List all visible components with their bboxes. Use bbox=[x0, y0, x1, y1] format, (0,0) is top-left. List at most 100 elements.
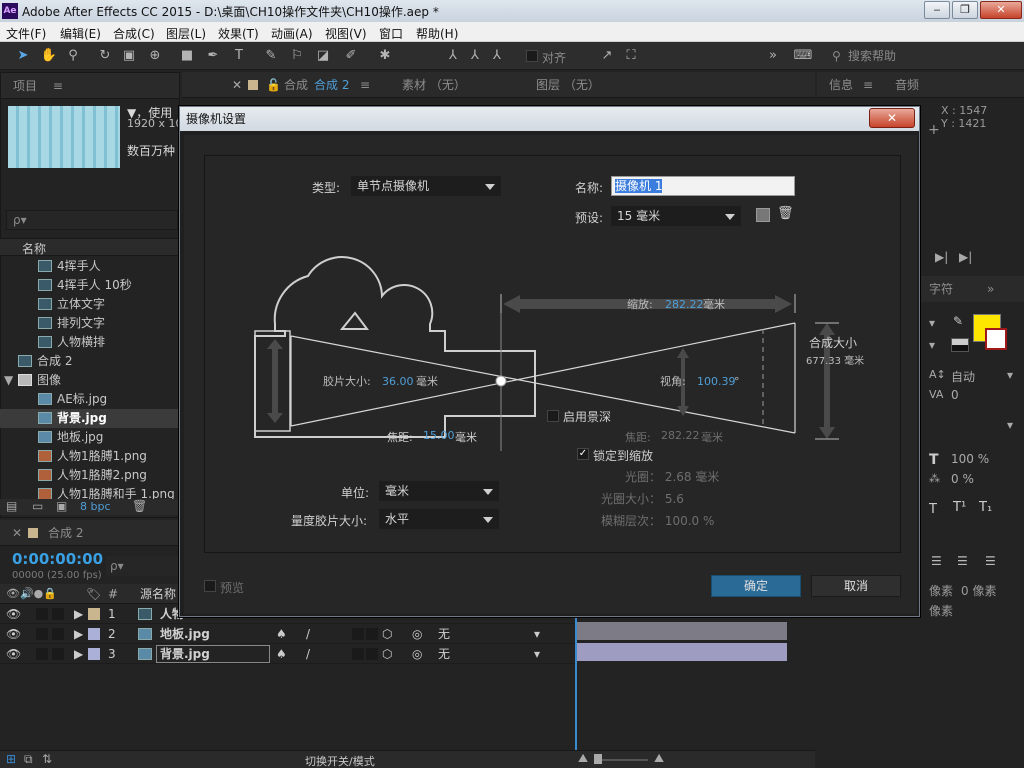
search-help-input[interactable]: ⚲ 搜索帮助 bbox=[832, 46, 1018, 66]
menu-window[interactable]: 窗口 bbox=[379, 25, 403, 42]
expand-panel-icon[interactable]: » bbox=[987, 276, 994, 302]
zoom-out-icon[interactable]: ⛰ bbox=[578, 751, 588, 766]
lock-to-zoom-checkbox[interactable]: ✓ bbox=[577, 448, 589, 460]
list-item[interactable]: 4挥手人 10秒 bbox=[0, 276, 180, 295]
snapping-checkbox[interactable] bbox=[526, 50, 538, 62]
current-time-display[interactable]: 0:00:00:00 bbox=[12, 550, 103, 568]
tab-composition[interactable]: 合成 bbox=[284, 72, 308, 98]
menu-file[interactable]: 文件(F) bbox=[6, 25, 46, 42]
menu-help[interactable]: 帮助(H) bbox=[416, 25, 458, 42]
effects-switch[interactable] bbox=[352, 628, 364, 640]
lock-icon[interactable]: 🔓 bbox=[266, 72, 281, 98]
vertical-scale-value[interactable]: 100 % bbox=[951, 452, 989, 466]
expand-layer-icon[interactable]: ▶ bbox=[74, 604, 83, 624]
menu-layer[interactable]: 图层(L) bbox=[166, 25, 206, 42]
parent-pickwhip-icon[interactable]: ◎ bbox=[412, 624, 422, 644]
caret-down-icon[interactable]: ▾ bbox=[1007, 418, 1013, 432]
align-center-icon[interactable]: ☰ bbox=[931, 554, 942, 568]
table-row[interactable]: 👁 ▶ 2 地板.jpg ♠ / ⬡ ◎ 无 ▾ bbox=[0, 624, 575, 644]
axis-world-icon[interactable]: ⅄ bbox=[466, 47, 484, 65]
caret-down-icon[interactable]: ▾ bbox=[1007, 368, 1013, 382]
shy-switch-icon[interactable]: ♠ bbox=[276, 624, 287, 644]
pen-tool-icon[interactable]: ✒ bbox=[204, 47, 222, 65]
zoom-tool-icon[interactable]: ⚲ bbox=[64, 47, 82, 65]
focal-length-value[interactable]: 15.00 bbox=[423, 429, 455, 442]
enable-dof-checkbox[interactable] bbox=[547, 410, 559, 422]
layer-2-duration-bar[interactable] bbox=[577, 622, 787, 640]
workspace-icon[interactable]: ⌨ bbox=[792, 47, 814, 65]
layer-color-label[interactable] bbox=[88, 628, 100, 640]
tracking-value[interactable]: 0 bbox=[951, 388, 959, 402]
3d-layer-icon[interactable]: ⬡ bbox=[382, 644, 392, 664]
menu-effect[interactable]: 效果(T) bbox=[218, 25, 259, 42]
solo-toggle[interactable] bbox=[36, 628, 48, 640]
axis-view-icon[interactable]: ⅄ bbox=[488, 47, 506, 65]
panel-menu-icon[interactable]: ≡ bbox=[863, 72, 873, 98]
timeline-search-input[interactable]: ρ▾ bbox=[106, 556, 178, 576]
project-panel-header[interactable]: 项目 ≡ bbox=[1, 73, 179, 99]
comp-size-value[interactable]: 677.33 毫米 bbox=[806, 352, 864, 367]
expand-toolbar-icon[interactable]: » bbox=[764, 47, 782, 65]
expand-time-icon[interactable]: ⇅ bbox=[42, 752, 52, 766]
play-icon[interactable]: ▶| bbox=[935, 250, 948, 264]
preview-checkbox[interactable] bbox=[204, 580, 216, 592]
tab-info[interactable]: 信息 bbox=[829, 72, 853, 98]
tab-layer[interactable]: 图层 （无） bbox=[536, 72, 600, 98]
list-item[interactable]: 人物1胳膊1.png bbox=[0, 447, 180, 466]
minimize-button[interactable]: ‒ bbox=[924, 1, 950, 19]
list-item[interactable]: 背景.jpg bbox=[0, 409, 180, 428]
name-column-label[interactable]: 名称 bbox=[22, 240, 46, 257]
list-item[interactable]: 4挥手人 bbox=[0, 257, 180, 276]
parent-dropdown-icon[interactable]: ▾ bbox=[534, 624, 540, 644]
tab-timeline-comp[interactable]: 合成 2 bbox=[48, 520, 83, 546]
eyedropper-icon[interactable]: ✎ bbox=[953, 314, 963, 328]
playhead-line[interactable] bbox=[575, 600, 577, 750]
dialog-close-button[interactable]: ✕ bbox=[869, 108, 915, 128]
caret-down-icon[interactable]: ▾ bbox=[929, 338, 935, 352]
cancel-button[interactable]: 取消 bbox=[811, 575, 901, 597]
frame-blend-switch[interactable] bbox=[366, 648, 378, 660]
text-tool-icon[interactable]: T bbox=[230, 47, 248, 65]
new-composition-icon[interactable]: ▣ bbox=[56, 499, 67, 513]
ok-button[interactable]: 确定 bbox=[711, 575, 801, 597]
rotate-tool-icon[interactable]: ↻ bbox=[96, 47, 114, 65]
solo-toggle[interactable] bbox=[36, 608, 48, 620]
angle-value[interactable]: 100.39 bbox=[697, 375, 736, 388]
bit-depth-button[interactable]: 8 bpc bbox=[80, 500, 111, 513]
zoom-slider-handle[interactable] bbox=[594, 754, 602, 764]
list-item[interactable]: 地板.jpg bbox=[0, 428, 180, 447]
menu-view[interactable]: 视图(V) bbox=[325, 25, 367, 42]
tsume-value[interactable]: 0 % bbox=[951, 472, 974, 486]
effects-switch[interactable] bbox=[352, 648, 364, 660]
table-row[interactable]: 👁 ▶ 3 背景.jpg ♠ / ⬡ ◎ 无 ▾ bbox=[0, 644, 575, 664]
panel-menu-icon[interactable]: ≡ bbox=[360, 72, 370, 98]
layer-3-duration-bar[interactable] bbox=[577, 643, 787, 661]
rectangle-tool-icon[interactable]: ■ bbox=[178, 47, 196, 65]
layer-name[interactable]: 地板.jpg bbox=[160, 624, 210, 644]
align-right-icon[interactable]: ☰ bbox=[957, 554, 968, 568]
list-item[interactable]: 人物横排 bbox=[0, 333, 180, 352]
visibility-eye-icon[interactable]: 👁 bbox=[6, 604, 21, 624]
parent-dropdown-icon[interactable]: ▾ bbox=[534, 644, 540, 664]
interpret-footage-icon[interactable]: ▤ bbox=[6, 499, 17, 513]
caret-down-icon[interactable]: ▾ bbox=[929, 316, 935, 330]
subscript-icon[interactable]: T₁ bbox=[979, 500, 992, 515]
brush-tool-icon[interactable]: ✎ bbox=[262, 47, 280, 65]
list-item[interactable]: 人物1胳膊和手 1.png bbox=[0, 485, 180, 499]
type-select[interactable]: 单节点摄像机 bbox=[351, 176, 501, 196]
camera-name-input[interactable]: 摄像机 1 bbox=[611, 176, 795, 196]
clone-stamp-tool-icon[interactable]: ⚐ bbox=[288, 47, 306, 65]
list-item[interactable]: ▼ 图像 bbox=[0, 371, 180, 390]
layer-color-label[interactable] bbox=[88, 648, 100, 660]
smallcaps-icon[interactable]: T bbox=[929, 502, 937, 517]
leading-value[interactable]: 自动 bbox=[951, 368, 975, 385]
shy-switch-icon[interactable]: ♠ bbox=[276, 644, 287, 664]
eraser-tool-icon[interactable]: ◪ bbox=[314, 47, 332, 65]
menu-composition[interactable]: 合成(C) bbox=[113, 25, 155, 42]
close-tab-icon[interactable]: ✕ bbox=[232, 72, 242, 98]
toggle-switches-modes-button[interactable]: 切换开关/模式 bbox=[305, 753, 375, 768]
superscript-icon[interactable]: T¹ bbox=[953, 500, 966, 515]
indent-first-value[interactable]: 像素 bbox=[929, 602, 953, 619]
zoom-slider-track[interactable] bbox=[598, 759, 648, 761]
close-window-button[interactable]: ✕ bbox=[980, 1, 1022, 19]
